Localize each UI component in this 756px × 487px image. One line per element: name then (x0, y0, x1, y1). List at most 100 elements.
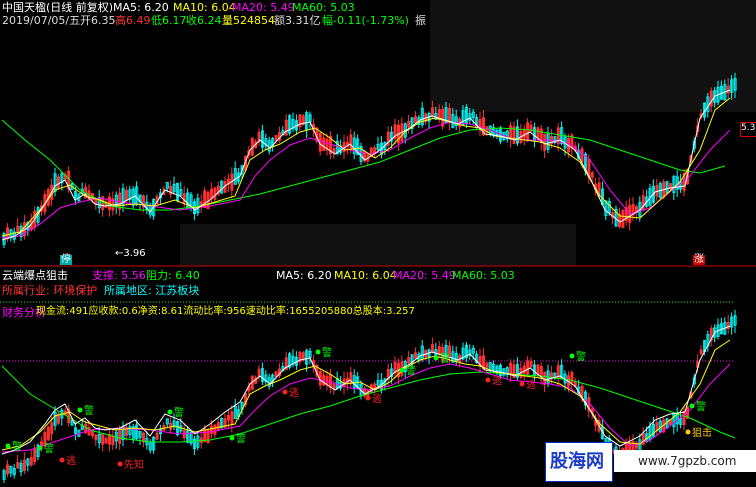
indicator-name[interactable]: 云端爆点狙击 (2, 270, 68, 281)
signal-warn-label: 警 (440, 352, 450, 365)
candle-body (322, 137, 326, 151)
limit-up-tag: 涨 (693, 254, 705, 265)
signal-warn-label: 警 (576, 350, 586, 363)
candle-body (430, 344, 434, 353)
candle-body (332, 148, 336, 154)
candle-body (101, 433, 105, 445)
stock-chart-window: 中国天楹(日线 前复权) MA5: 6.20 MA10: 6.04 MA20: … (0, 0, 756, 487)
signal-stop-label: 逃 (66, 454, 76, 467)
low-point-marker: ←3.96 (115, 248, 146, 259)
signal-dot (399, 367, 405, 373)
candle-body (57, 176, 61, 189)
candle-body (447, 107, 451, 123)
signal-warn-label: 警 (406, 364, 416, 377)
main-candle-group (2, 72, 737, 248)
signal-dot (433, 355, 439, 361)
site-watermark-logo: 股海网 (545, 442, 613, 482)
candle-body (485, 362, 489, 369)
signal-dot (315, 349, 321, 355)
main-ma60-line (1, 119, 726, 211)
candle-body (522, 128, 526, 139)
signal-warn-label: 警 (12, 440, 22, 453)
signal-warn-label: 警 (44, 442, 54, 455)
candle-body (328, 373, 332, 389)
signal-dot (685, 429, 691, 435)
candle-body (539, 365, 543, 378)
candle-body (407, 357, 411, 364)
signal-dot (689, 403, 695, 409)
candle-body (230, 411, 234, 425)
candle-body (104, 438, 108, 444)
finance-details: 现金流:491应收款:0.6净资:8.61流动比率:956速动比率:165520… (36, 306, 415, 317)
signal-warn-label: 警 (322, 346, 332, 359)
candle-body (726, 322, 730, 329)
signal-dot (229, 435, 235, 441)
candle-body (709, 90, 713, 107)
signal-dot (77, 407, 83, 413)
trading-halt-tag: 停 (60, 254, 72, 265)
candle-body (413, 352, 417, 359)
candle-body (526, 360, 530, 375)
candle-body (111, 435, 115, 446)
candle-body (16, 462, 20, 469)
signal-forecast-label: 先知 (124, 458, 144, 471)
candle-body (349, 134, 353, 150)
candle-body (169, 186, 173, 195)
signal-snipe-label: 狙击 (692, 427, 712, 439)
signal-warn-label: 警 (84, 404, 94, 417)
site-watermark-url: www.7gpzb.com (614, 450, 756, 472)
sub-ma60-line (1, 365, 736, 443)
candle-body (332, 384, 336, 390)
candle-body (213, 424, 217, 435)
signal-stop-label: 逃 (289, 386, 299, 399)
candle-body (213, 187, 217, 200)
candle-body (529, 360, 533, 368)
candle-body (6, 464, 10, 475)
candle-body (50, 422, 54, 435)
sub-ma20-line (1, 363, 731, 453)
signal-stop-label: 逃 (526, 378, 536, 391)
candlestick-chart[interactable]: 警警警 警警警警警 警警逃逃逃逃 逃先知狙击 (0, 0, 756, 487)
candle-body (16, 225, 20, 233)
support-value: 支撑: 5.56 (92, 269, 146, 282)
sub-ma20-label: MA20: 5.49 (393, 269, 456, 282)
sub-ma60-label: MA60: 5.03 (452, 269, 515, 282)
candle-body (125, 189, 129, 201)
candle-body (543, 133, 547, 152)
candle-body (580, 385, 584, 397)
signal-dot (569, 353, 575, 359)
sub-ma10-label: MA10: 6.04 (334, 269, 397, 282)
sub-ma5-label: MA5: 6.20 (276, 269, 332, 282)
candle-body (226, 414, 230, 421)
signal-dot (167, 409, 173, 415)
signal-dot (5, 443, 11, 449)
candle-body (682, 411, 686, 426)
candle-body (155, 432, 159, 440)
candle-body (590, 172, 594, 178)
candle-body (526, 122, 530, 141)
candle-body (209, 425, 213, 434)
candle-body (274, 371, 278, 378)
signal-dot (282, 389, 288, 395)
signal-dot (485, 377, 491, 383)
candle-body (29, 457, 33, 466)
candle-body (430, 107, 434, 118)
candle-body (33, 448, 37, 463)
candle-body (522, 365, 526, 374)
candle-body (621, 210, 625, 229)
resistance-value: 阻力: 6.40 (146, 269, 200, 282)
candle-body (509, 362, 513, 375)
signal-stop-label: 逃 (372, 392, 382, 405)
candle-body (580, 148, 584, 163)
region-label: 所属地区: 江苏板块 (104, 284, 200, 297)
candle-body (209, 188, 213, 199)
candle-body (298, 114, 302, 128)
candle-body (46, 426, 50, 440)
candle-body (407, 120, 411, 128)
signal-dot (117, 461, 123, 467)
candle-body (216, 422, 220, 431)
candle-body (284, 119, 288, 136)
signal-warn-label: 警 (236, 432, 246, 445)
candle-body (94, 434, 98, 441)
signal-warn-label: 警 (696, 400, 706, 413)
